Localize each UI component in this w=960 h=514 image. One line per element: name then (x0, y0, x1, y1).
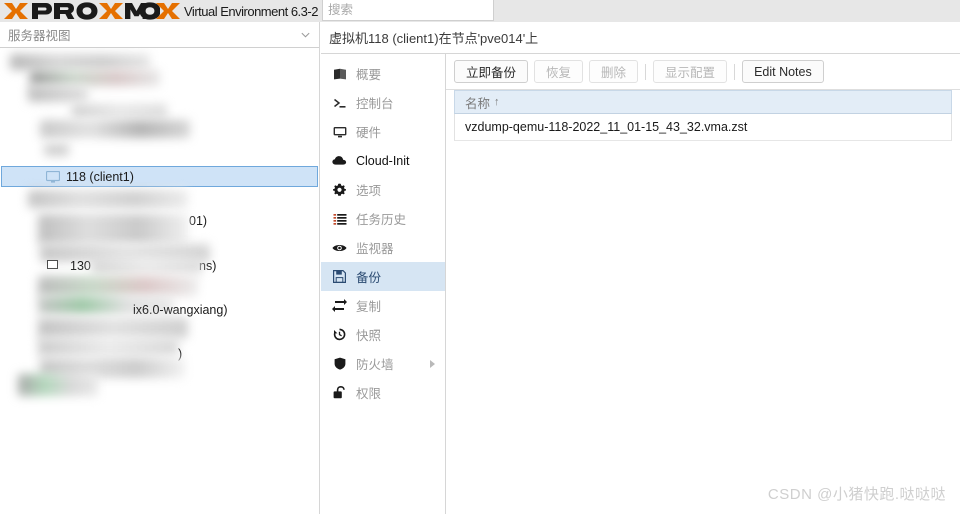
nav-item-monitor[interactable]: 监视器 (321, 233, 445, 262)
nav-item-label: 备份 (356, 271, 382, 285)
redacted-tree-item (30, 70, 160, 86)
backup-grid: 名称 ↑ vzdump-qemu-118-2022_11_01-15_43_32… (446, 90, 960, 514)
nav-item-snapshots[interactable]: 快照 (321, 320, 445, 349)
nav-item-options[interactable]: 选项 (321, 175, 445, 204)
redacted-tree-item (38, 338, 178, 356)
backup-panel: 立即备份 恢复 删除 显示配置 Edit Notes 名称 ↑ vzdump-q… (446, 54, 960, 514)
nav-item-label: 监视器 (356, 242, 394, 256)
backup-now-button[interactable]: 立即备份 (454, 60, 529, 83)
tree-text-fragment: ) (178, 347, 183, 361)
search-input[interactable] (322, 0, 494, 21)
left-panel: 服务器视图 118 (client1) 01) 130 ns) ix6.0-wa… (0, 22, 320, 514)
clock-undo-icon (332, 327, 347, 342)
grid-empty-area (454, 141, 952, 514)
page-title: 虚拟机118 (client1)在节点'pve014'上 (321, 22, 960, 54)
edit-notes-button[interactable]: Edit Notes (742, 60, 824, 83)
unlock-icon (332, 385, 347, 400)
vm-nav-menu: 概要 控制台 硬件 Cloud-Init 选项 任务历史 监视器 备份 复制 快… (321, 54, 446, 514)
floppy-disk-icon (332, 269, 347, 284)
view-selector[interactable]: 服务器视图 (0, 22, 319, 48)
nav-item-label: 硬件 (356, 126, 382, 140)
nav-item-label: 选项 (356, 184, 382, 198)
proxmox-logo[interactable]: Virtual Environment 6.3-2 (0, 0, 318, 22)
nav-item-cloud-init[interactable]: Cloud-Init (321, 146, 445, 175)
view-selector-label: 服务器视图 (8, 29, 71, 43)
redacted-tree-item (28, 190, 188, 208)
redacted-tree-item (72, 104, 167, 118)
nav-item-hardware[interactable]: 硬件 (321, 117, 445, 146)
nav-item-permissions[interactable]: 权限 (321, 378, 445, 407)
tree-text-fragment: ns) (199, 259, 217, 273)
nav-item-label: 控制台 (356, 97, 394, 111)
chevron-right-icon (430, 359, 435, 368)
monitor-icon (332, 124, 347, 139)
proxmox-logo-icon (4, 2, 160, 20)
top-bar: Virtual Environment 6.3-2 (0, 0, 960, 22)
proxmox-logo-x-icon (156, 3, 180, 19)
sort-ascending-icon: ↑ (494, 96, 500, 108)
table-row[interactable]: vzdump-qemu-118-2022_11_01-15_43_32.vma.… (454, 114, 952, 141)
tree-text-fragment: ix6.0-wangxiang) (133, 303, 228, 317)
monitor-icon (46, 170, 60, 183)
tree-text-fragment: 01) (189, 214, 208, 228)
redacted-tree-item (40, 244, 210, 262)
nav-item-label: Cloud-Init (356, 153, 410, 168)
toolbar-separator (645, 63, 647, 80)
shield-icon (332, 356, 347, 371)
show-configuration-button: 显示配置 (653, 60, 728, 83)
redacted-tree-item (92, 258, 202, 274)
redacted-tree-item (28, 86, 88, 102)
nav-item-console[interactable]: 控制台 (321, 88, 445, 117)
list-icon (332, 211, 347, 226)
chevron-down-icon (301, 32, 310, 38)
nav-item-backup[interactable]: 备份 (321, 262, 445, 291)
redacted-tree-item (44, 144, 69, 156)
grid-header-label: 名称 (465, 96, 491, 111)
nav-item-label: 任务历史 (356, 213, 407, 227)
eye-icon (332, 240, 347, 255)
cloud-icon (332, 153, 347, 168)
search-box[interactable] (322, 0, 494, 21)
nav-item-label: 防火墙 (356, 358, 394, 372)
gear-icon (332, 182, 347, 197)
book-icon (332, 66, 347, 81)
backup-file-name: vzdump-qemu-118-2022_11_01-15_43_32.vma.… (465, 120, 748, 134)
sync-arrows-icon (332, 298, 347, 313)
redacted-tree-item (40, 120, 190, 138)
nav-item-firewall[interactable]: 防火墙 (321, 349, 445, 378)
tree-item-vm-118[interactable]: 118 (client1) (1, 166, 318, 187)
nav-item-summary[interactable]: 概要 (321, 59, 445, 88)
nav-item-label: 概要 (356, 68, 382, 82)
redacted-tree-item (18, 374, 98, 396)
proxmox-web-ui: Virtual Environment 6.3-2 服务器视图 (0, 0, 960, 514)
redacted-tree-item (10, 54, 150, 70)
grid-header-name[interactable]: 名称 ↑ (454, 90, 952, 114)
nav-item-label: 复制 (356, 300, 382, 314)
tree-item-label: 118 (client1) (66, 169, 134, 184)
nav-item-task-history[interactable]: 任务历史 (321, 204, 445, 233)
resource-tree[interactable]: 118 (client1) 01) 130 ns) ix6.0-wangxian… (0, 48, 319, 513)
terminal-icon (332, 95, 347, 110)
content-area: 虚拟机118 (client1)在节点'pve014'上 概要 控制台 硬件 C… (321, 22, 960, 514)
nav-item-label: 权限 (356, 387, 382, 401)
redacted-tree-item (38, 318, 188, 338)
product-name: Virtual Environment 6.3-2 (184, 3, 318, 19)
redacted-tree-item (40, 358, 185, 378)
restore-button: 恢复 (534, 60, 584, 83)
redacted-tree-item (38, 214, 188, 244)
nav-item-replication[interactable]: 复制 (321, 291, 445, 320)
tree-expander-checkbox[interactable] (47, 260, 58, 269)
tree-text-fragment: 130 (70, 259, 91, 273)
backup-toolbar: 立即备份 恢复 删除 显示配置 Edit Notes (446, 54, 960, 90)
nav-item-label: 快照 (356, 329, 382, 343)
delete-button: 删除 (589, 60, 639, 83)
redacted-tree-item (38, 276, 198, 296)
toolbar-separator (734, 63, 736, 80)
